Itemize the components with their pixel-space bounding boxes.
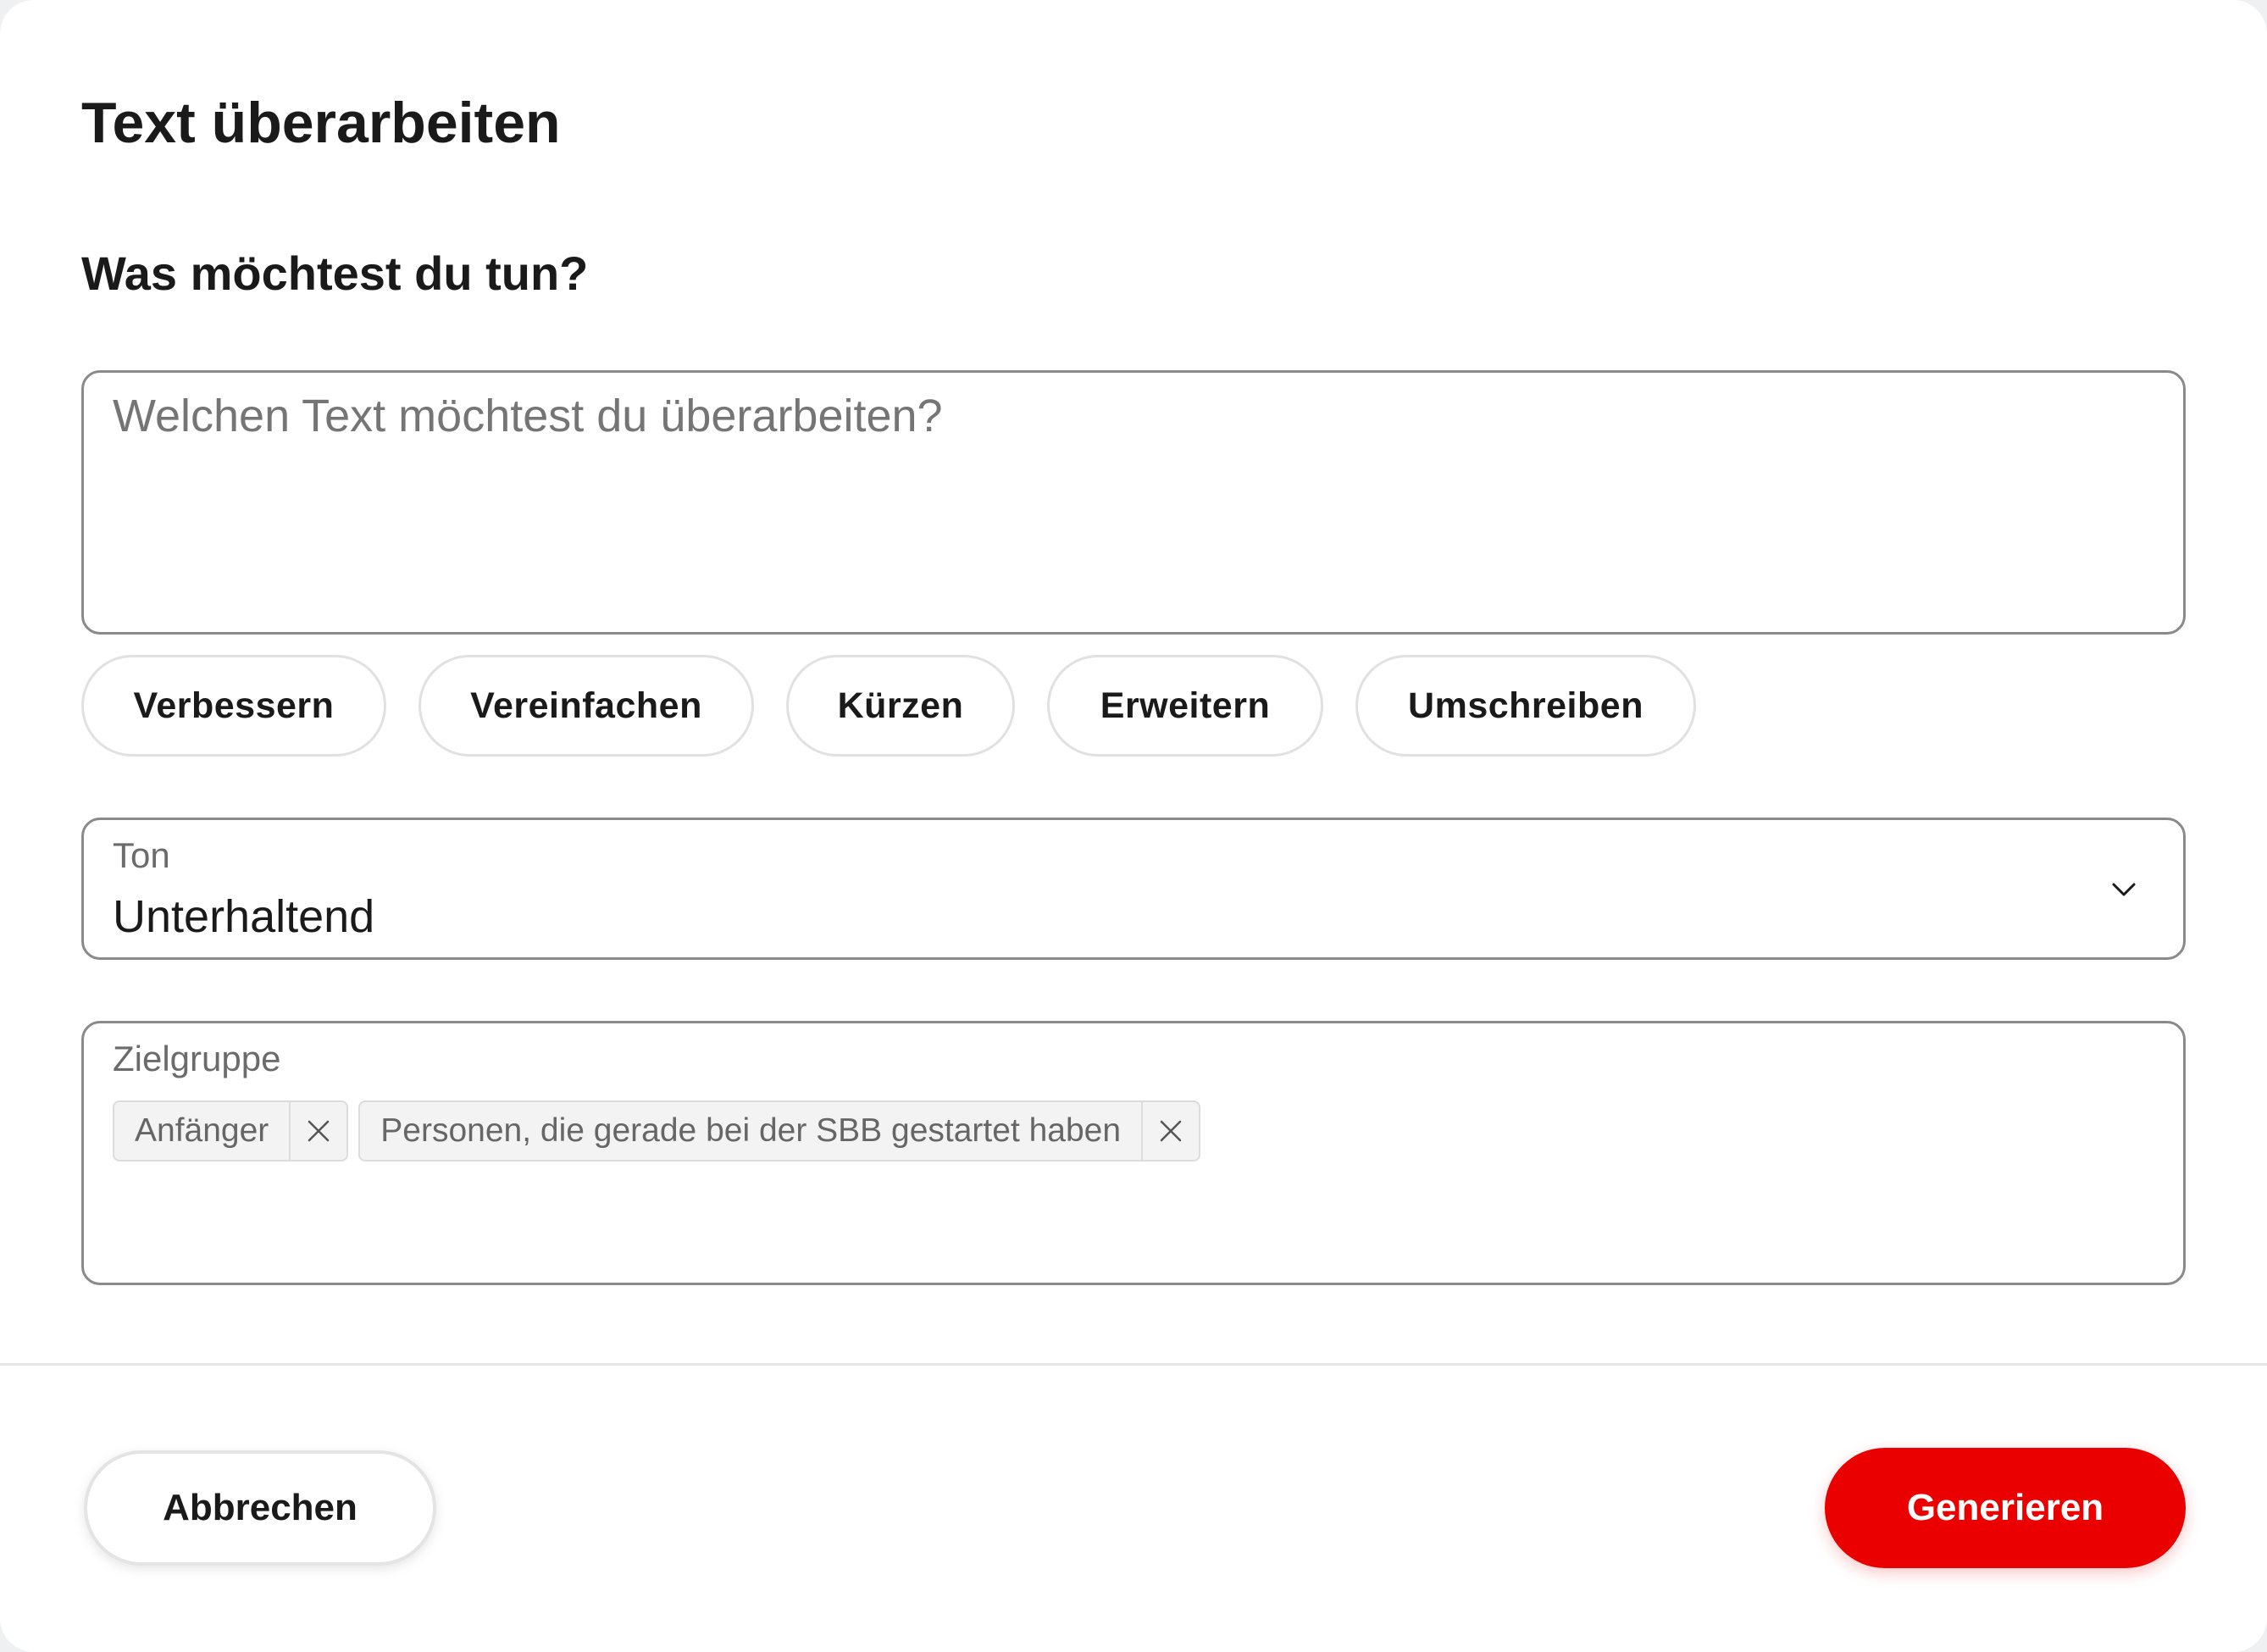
chevron-down-icon bbox=[2107, 873, 2141, 906]
audience-tag: Personen, die gerade bei der SBB gestart… bbox=[358, 1100, 1201, 1161]
revise-text-dialog: Text überarbeiten Was möchtest du tun? V… bbox=[0, 0, 2267, 1652]
generate-button[interactable]: Generieren bbox=[1825, 1448, 2186, 1568]
simplify-chip[interactable]: Vereinfachen bbox=[418, 655, 754, 757]
improve-chip[interactable]: Verbessern bbox=[81, 655, 386, 757]
tone-select[interactable]: Ton Unterhaltend bbox=[81, 818, 2186, 960]
action-chip-group: Verbessern Vereinfachen Kürzen Erweitern… bbox=[81, 655, 1696, 757]
tone-value: Unterhaltend bbox=[113, 891, 375, 942]
rewrite-chip[interactable]: Umschreiben bbox=[1355, 655, 1696, 757]
footer-divider bbox=[0, 1363, 2267, 1366]
cancel-button[interactable]: Abbrechen bbox=[84, 1450, 436, 1566]
shorten-chip[interactable]: Kürzen bbox=[786, 655, 1015, 757]
text-to-revise-input[interactable] bbox=[81, 370, 2186, 635]
audience-label: Zielgruppe bbox=[113, 1039, 281, 1078]
tone-label: Ton bbox=[113, 835, 170, 875]
dialog-title: Text überarbeiten bbox=[81, 91, 561, 155]
tag-label: Anfänger bbox=[135, 1112, 269, 1149]
audience-tag-list: Anfänger Personen, die gerade bei der SB… bbox=[113, 1100, 1201, 1161]
tag-label: Personen, die gerade bei der SBB gestart… bbox=[380, 1112, 1122, 1149]
audience-field[interactable]: Zielgruppe Anfänger Personen, die gerade… bbox=[81, 1021, 2186, 1285]
close-icon[interactable] bbox=[289, 1102, 346, 1160]
section-title: Was möchtest du tun? bbox=[81, 247, 589, 300]
expand-chip[interactable]: Erweitern bbox=[1047, 655, 1323, 757]
close-icon[interactable] bbox=[1141, 1102, 1199, 1160]
audience-tag: Anfänger bbox=[113, 1100, 349, 1161]
